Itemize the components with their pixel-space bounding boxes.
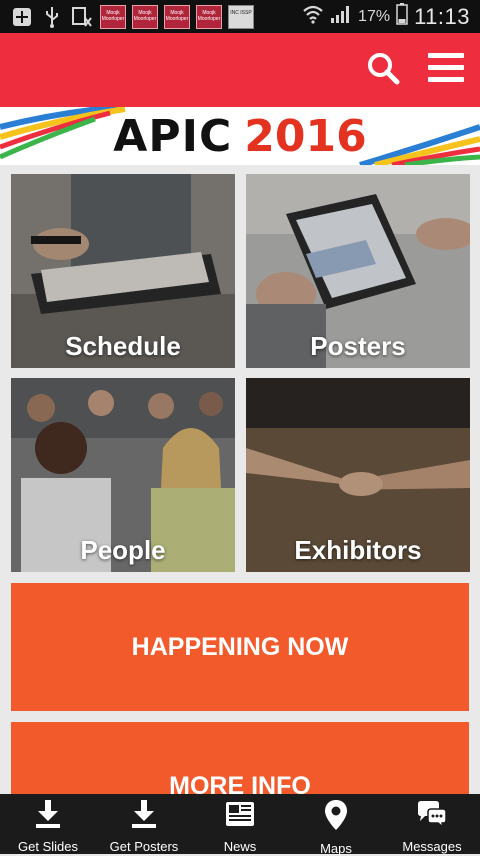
nav-messages[interactable]: Messages (384, 794, 480, 854)
event-banner: APIC 2016 (0, 107, 480, 165)
wifi-icon (302, 4, 324, 29)
battery-icon (396, 3, 408, 30)
tile-people[interactable]: People (11, 378, 235, 572)
usb-icon (40, 6, 64, 28)
tile-label: Schedule (65, 331, 181, 361)
tile-schedule[interactable]: Schedule (11, 174, 235, 368)
battery-percent: 17% (358, 7, 391, 25)
tile-exhibitors[interactable]: Exhibitors (246, 378, 470, 572)
logo-year: 2016 (244, 110, 367, 162)
tile-label: Exhibitors (294, 535, 422, 565)
notification-thumb: Moojk Moorloper (196, 4, 222, 29)
newspaper-icon (225, 800, 255, 833)
logo-apic: APIC (113, 110, 233, 162)
tile-label: Posters (310, 331, 406, 361)
happening-now-button[interactable]: HAPPENING NOW (11, 583, 469, 711)
clock: 11:13 (414, 3, 470, 29)
nav-get-posters[interactable]: Get Posters (96, 794, 192, 854)
notification-thumb: Moojk Moorloper (164, 4, 190, 29)
add-box-icon (10, 6, 34, 28)
chat-bubbles-icon (416, 800, 448, 833)
download-icon (130, 800, 158, 833)
more-info-button[interactable]: MORE INFO (11, 722, 469, 794)
nav-label: Messages (402, 839, 462, 854)
tile-posters[interactable]: Posters (246, 174, 470, 368)
nav-get-slides[interactable]: Get Slides (0, 794, 96, 854)
search-icon (366, 51, 400, 90)
nav-label: News (223, 839, 257, 854)
notification-thumb: INC ISSP (228, 4, 254, 29)
map-pin-icon (324, 800, 348, 835)
app-header (0, 33, 480, 107)
nav-maps[interactable]: Maps (288, 794, 384, 856)
notification-thumb: Moojk Moorloper (132, 4, 158, 29)
status-bar: Moojk Moorloper Moojk Moorloper Moojk Mo… (0, 0, 480, 33)
notification-icons: Moojk Moorloper Moojk Moorloper Moojk Mo… (0, 4, 254, 29)
apic-logo: APIC 2016 (0, 107, 480, 165)
nav-label: Get Posters (109, 839, 179, 854)
system-indicators: 17% 11:13 (302, 3, 480, 30)
menu-button[interactable] (428, 52, 464, 88)
document-closed-icon (70, 6, 94, 28)
bottom-navigation: Get Slides Get Posters News Maps Message… (0, 794, 480, 856)
search-button[interactable] (365, 52, 401, 88)
nav-label: Get Slides (18, 839, 78, 854)
nav-news[interactable]: News (192, 794, 288, 854)
signal-icon (330, 4, 352, 29)
hamburger-menu-icon (428, 52, 464, 88)
download-icon (34, 800, 62, 833)
notification-thumb: Moojk Moorloper (100, 4, 126, 29)
tile-label: People (80, 535, 166, 565)
